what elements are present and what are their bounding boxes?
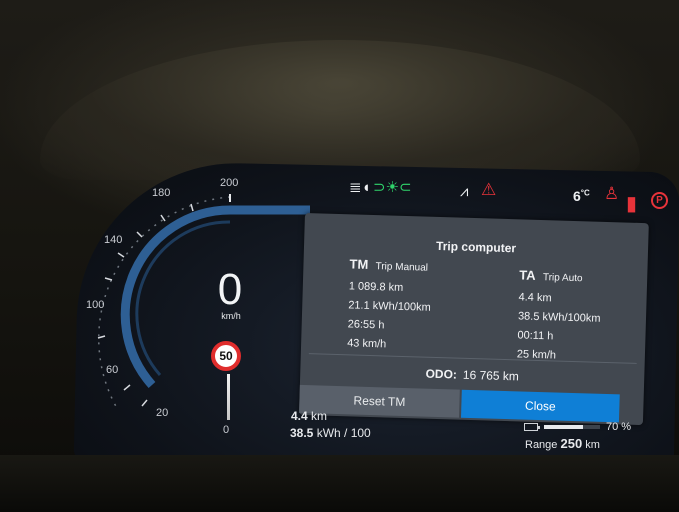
temperature-value: 6	[573, 188, 581, 204]
trip-energy-value: 38.5	[290, 426, 314, 440]
parking-light-icon: ⊃☀⊂	[373, 179, 412, 196]
trip-manual-distance: 1 089.8 km	[348, 280, 404, 294]
auto-high-beam-icon: ≣◖	[349, 179, 371, 196]
trip-energy-unit: kWh / 100	[316, 426, 371, 440]
speed-limit-sign: 50	[211, 341, 241, 371]
battery-level-bar	[544, 425, 600, 429]
trip-distance-value: 4.4	[291, 409, 308, 423]
trip-manual-header: TM Trip Manual	[349, 256, 432, 273]
trip-distance-readout: 4.4 km	[291, 409, 327, 423]
trip-manual-consumption: 21.1 kWh/100km	[348, 299, 431, 314]
trip-manual-label: Trip Manual	[375, 261, 429, 274]
tick-100: 100	[86, 299, 104, 311]
trip-auto-distance: 4.4 km	[518, 291, 552, 305]
trip-manual-column: TM Trip Manual 1 089.8 km 21.1 kWh/100km…	[347, 256, 432, 355]
temperature-unit: °C	[580, 188, 590, 198]
current-speed: 0	[217, 265, 243, 314]
trip-manual-speed: 43 km/h	[346, 337, 387, 351]
tick-0: 0	[223, 424, 229, 436]
tick-200: 200	[220, 177, 238, 189]
door-open-icon: ▮	[626, 193, 638, 215]
trip-auto-column: TA Trip Auto 4.4 km 38.5 kWh/100km 00:11…	[517, 267, 602, 366]
dashboard-lower	[0, 455, 679, 512]
outside-temperature: 6°C	[573, 188, 590, 204]
tick-60: 60	[106, 364, 118, 376]
collision-warning-icon: ⩘	[460, 183, 469, 200]
close-button[interactable]: Close	[460, 389, 620, 423]
speed-limit-value: 50	[219, 349, 233, 363]
trip-auto-label: Trip Auto	[542, 272, 583, 285]
trip-distance-unit: km	[311, 409, 328, 423]
seatbelt-icon: ♙	[604, 184, 620, 203]
range-value: 250	[560, 436, 583, 451]
trip-auto-speed: 25 km/h	[516, 348, 557, 362]
tick-180: 180	[152, 187, 170, 199]
tick-140: 140	[104, 234, 122, 246]
odometer-label: ODO:	[425, 366, 458, 382]
battery-percent: 70 %	[606, 421, 632, 433]
tick-20: 20	[156, 407, 168, 419]
odometer-value: 16 765 km	[462, 367, 520, 384]
range-label: Range	[525, 439, 558, 451]
speed-unit: km/h	[221, 311, 241, 321]
trip-computer-dialog: Trip computer TM Trip Manual 1 089.8 km …	[299, 213, 649, 426]
trip-manual-time: 26:55 h	[347, 318, 385, 332]
battery-icon	[524, 423, 540, 431]
trip-auto-abbr: TA	[519, 267, 536, 283]
trip-auto-consumption: 38.5 kWh/100km	[517, 310, 601, 325]
trip-auto-header: TA Trip Auto	[519, 267, 602, 284]
trip-auto-time: 00:11 h	[517, 329, 554, 343]
range-unit: km	[585, 439, 600, 451]
trip-manual-abbr: TM	[349, 256, 369, 272]
battery-level-fill	[544, 425, 584, 429]
range-readout: Range 250 km	[525, 436, 600, 451]
speed-needle	[227, 374, 230, 420]
battery-status: 70 %	[524, 421, 631, 433]
warning-triangle-icon: ⚠	[481, 180, 497, 199]
trip-energy-readout: 38.5 kWh / 100	[290, 426, 371, 440]
parking-brake-icon: P	[651, 192, 668, 209]
